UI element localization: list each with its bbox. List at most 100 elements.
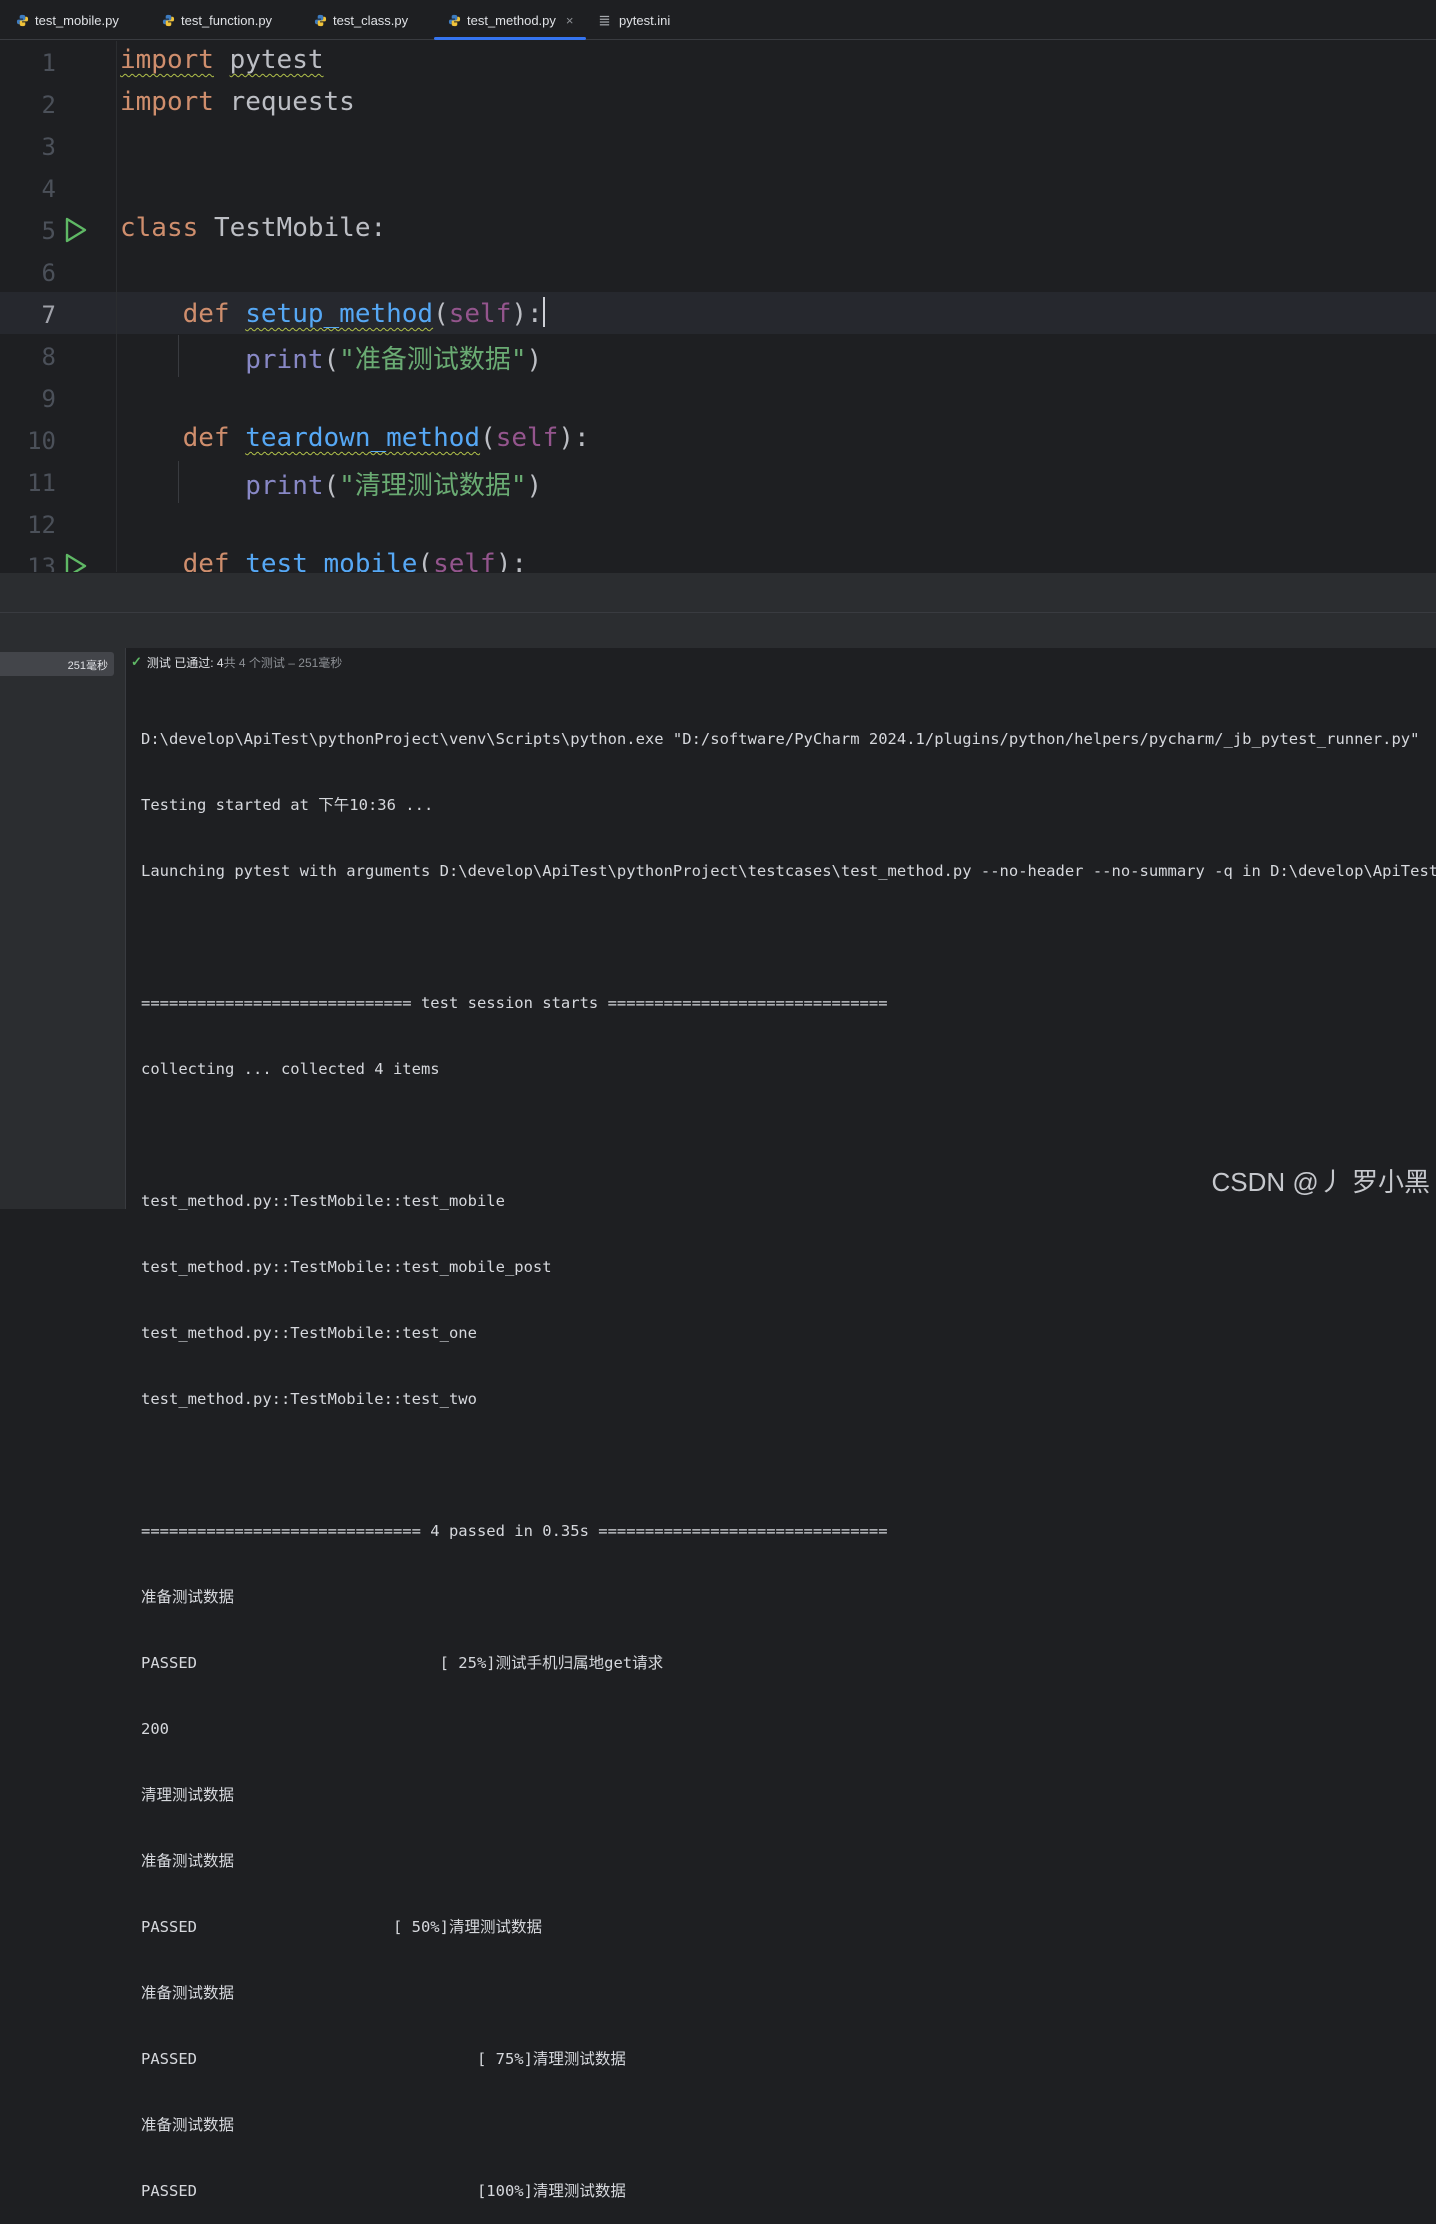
- code-line-2: import requests: [120, 87, 355, 117]
- console-line: test_method.py::TestMobile::test_one: [141, 1324, 477, 1342]
- console-line: 准备测试数据: [141, 1852, 235, 1870]
- code-line-1: import pytest: [120, 45, 324, 75]
- console-line: PASSED [100%]清理测试数据: [141, 2182, 626, 2200]
- console-line: Testing started at 下午10:36 ...: [141, 796, 434, 814]
- test-duration: 251毫秒: [67, 660, 108, 672]
- active-tab-indicator: [434, 37, 586, 40]
- console-line: 200: [141, 1720, 169, 1738]
- self-param: self: [448, 299, 512, 329]
- paren: (: [323, 471, 340, 501]
- run-tool-window-header: [0, 612, 1436, 648]
- tab-label: pytest.ini: [619, 12, 671, 28]
- function-name: setup_method: [245, 299, 434, 329]
- console-line: 准备测试数据: [141, 1588, 235, 1606]
- paren: ):: [495, 549, 528, 572]
- tab-label: test_mobile.py: [35, 12, 119, 28]
- text-cursor: [542, 297, 545, 327]
- line-number: 2: [41, 91, 56, 119]
- code-editor[interactable]: 1 2 3 4 5 6 7 8 9 10 11 12 13 import pyt…: [0, 41, 1436, 572]
- class-name: TestMobile:: [213, 213, 387, 243]
- paren: ): [526, 345, 543, 375]
- code-line-10: def teardown_method(self):: [120, 423, 590, 453]
- keyword: import: [120, 87, 214, 117]
- self-param: self: [495, 423, 559, 453]
- console-line: 准备测试数据: [141, 2116, 235, 2134]
- string-literal: "清理测试数据": [339, 471, 527, 501]
- function-name: teardown_method: [245, 423, 481, 453]
- check-icon: ✓: [131, 654, 142, 669]
- line-number-current: 7: [41, 301, 56, 329]
- module-name: requests: [229, 87, 355, 117]
- self-param: self: [433, 549, 496, 572]
- tab-test-class[interactable]: test_class.py: [314, 0, 408, 40]
- tab-pytest-ini[interactable]: pytest.ini: [598, 0, 670, 40]
- code-line-13: def test_mobile(self):: [120, 549, 527, 572]
- gutter-separator: [116, 41, 117, 572]
- code-line-11: print("清理测试数据"): [120, 465, 542, 502]
- console-line: 准备测试数据: [141, 1984, 235, 2002]
- console-line: PASSED [ 50%]清理测试数据: [141, 1918, 542, 1936]
- tab-test-method[interactable]: test_method.py ×: [434, 0, 586, 40]
- keyword: def: [182, 423, 230, 453]
- tab-test-mobile[interactable]: test_mobile.py: [16, 0, 119, 40]
- test-status-line: ✓ 测试 已通过: 4 共 4 个测试 – 251毫秒: [131, 654, 342, 670]
- test-tree-root-row[interactable]: 251毫秒: [0, 652, 114, 676]
- string-literal: "准备测试数据": [339, 345, 527, 375]
- editor-tab-bar: test_mobile.py test_function.py test_cla…: [0, 0, 1436, 40]
- console-line: ============================= test sessi…: [141, 994, 888, 1012]
- keyword: def: [182, 299, 230, 329]
- watermark: CSDN @丿 罗小黑: [1211, 1167, 1430, 1197]
- console-output[interactable]: D:\develop\ApiTest\pythonProject\venv\Sc…: [141, 684, 1436, 2224]
- line-number: 10: [27, 427, 56, 455]
- run-gutter-icon[interactable]: [64, 553, 88, 572]
- console-line: 清理测试数据: [141, 1786, 235, 1804]
- run-gutter-icon[interactable]: [64, 217, 88, 243]
- python-file-icon: [162, 14, 175, 26]
- line-number: 8: [41, 343, 56, 371]
- line-number: 4: [41, 175, 56, 203]
- python-file-icon: [314, 14, 327, 26]
- code-line-5: class TestMobile:: [120, 213, 386, 243]
- console-line: ============================== 4 passed …: [141, 1522, 888, 1540]
- paren: (: [480, 423, 496, 453]
- paren: (: [323, 345, 340, 375]
- console-line: D:\develop\ApiTest\pythonProject\venv\Sc…: [141, 730, 1420, 748]
- test-tree-panel: [0, 648, 126, 1209]
- tab-label: test_method.py: [467, 12, 556, 28]
- line-number: 6: [41, 259, 56, 287]
- paren: (: [433, 299, 449, 329]
- line-number: 1: [41, 49, 56, 77]
- code-line-7: def setup_method(self):: [120, 297, 545, 329]
- python-file-icon: [16, 14, 29, 26]
- module-name: pytest: [229, 45, 324, 75]
- console-line: PASSED [ 25%]测试手机归属地get请求: [141, 1654, 664, 1672]
- function-name: test_mobile: [245, 549, 418, 572]
- line-number: 9: [41, 385, 56, 413]
- code-line-8: print("准备测试数据"): [120, 339, 542, 376]
- paren: ): [526, 471, 543, 501]
- builtin-name: print: [245, 345, 324, 375]
- console-line: test_method.py::TestMobile::test_two: [141, 1390, 477, 1408]
- tab-test-function[interactable]: test_function.py: [162, 0, 272, 40]
- close-icon[interactable]: ×: [566, 13, 574, 28]
- paren: ):: [558, 423, 590, 453]
- console-line: Launching pytest with arguments D:\devel…: [141, 862, 1436, 880]
- python-file-icon: [448, 14, 461, 26]
- keyword: import: [120, 45, 214, 75]
- console-line: PASSED [ 75%]清理测试数据: [141, 2050, 626, 2068]
- editor-bottom-band: [0, 572, 1436, 612]
- line-number: 12: [27, 511, 56, 539]
- console-line: test_method.py::TestMobile::test_mobile_…: [141, 1258, 552, 1276]
- tab-label: test_function.py: [181, 12, 273, 28]
- paren: (: [417, 549, 434, 572]
- keyword: def: [182, 549, 230, 572]
- test-status-main: 测试 已通过: 4: [146, 655, 224, 670]
- line-number: 11: [27, 469, 56, 497]
- keyword: class: [120, 213, 199, 243]
- line-number: 5: [41, 217, 56, 245]
- console-line: collecting ... collected 4 items: [141, 1060, 440, 1078]
- line-number: 13: [27, 553, 56, 572]
